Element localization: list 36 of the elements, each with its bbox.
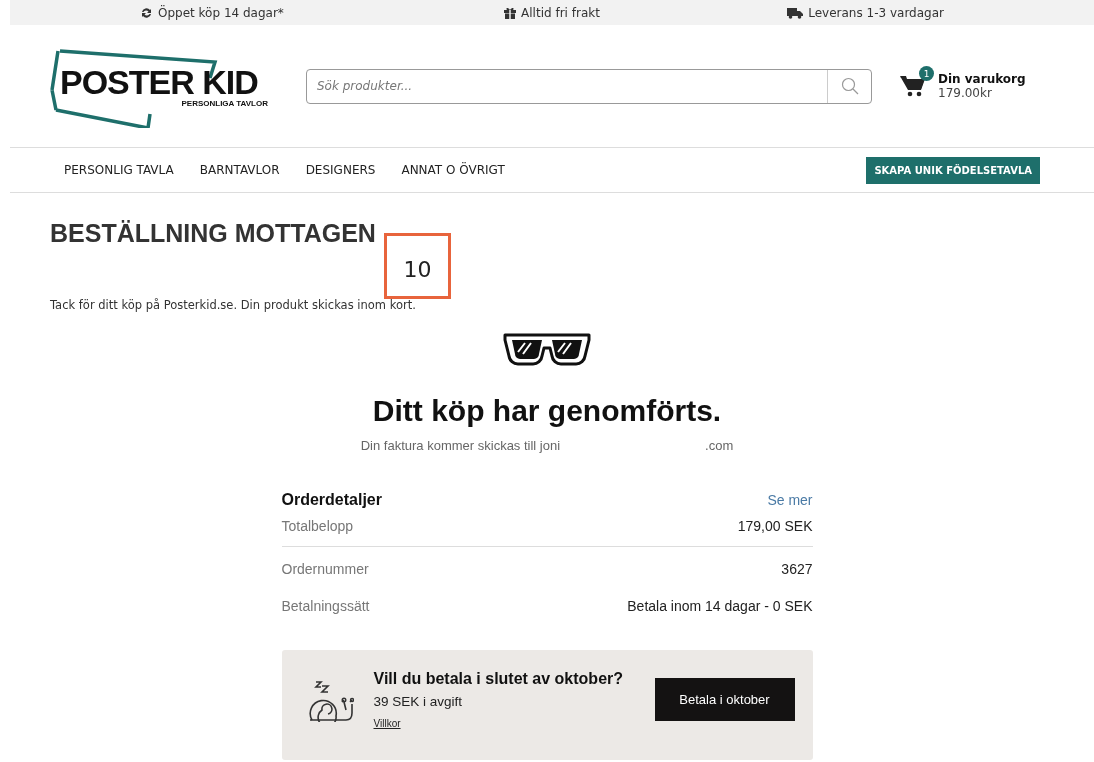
search-icon <box>840 77 859 95</box>
terms-link[interactable]: Villkor <box>373 718 401 729</box>
detail-value: 179,00 SEK <box>737 518 813 534</box>
gift-icon <box>504 6 517 19</box>
cart-count-badge: 1 <box>919 66 934 81</box>
usp-text: Leverans 1-3 vardagar <box>808 5 944 20</box>
detail-value: 3627 <box>781 561 813 577</box>
nav-link[interactable]: PERSONLIG TAVLA <box>64 163 174 177</box>
promo-title: Vill du betala i slutet av oktober? <box>373 670 625 688</box>
cart-icon[interactable] <box>900 74 926 98</box>
confirmation-title: Ditt köp har genomförts. <box>372 394 722 428</box>
sunglasses-icon <box>503 332 591 366</box>
see-more-link[interactable]: Se mer <box>767 492 813 508</box>
create-poster-button[interactable]: SKAPA UNIK FÖDELSETAVLA <box>866 156 1040 184</box>
page-heading: BESTÄLLNING MOTTAGEN <box>50 219 377 248</box>
truck-icon <box>787 6 804 19</box>
nav-link[interactable]: BARNTAVLOR <box>199 163 280 177</box>
cart-total: 179.00kr <box>938 86 993 100</box>
fee-text: 39 SEK i avgift <box>373 694 464 709</box>
usp-text: Öppet köp 14 dagar* <box>158 5 284 20</box>
order-details-title: Orderdetaljer <box>281 491 382 509</box>
nav-link[interactable]: ANNAT O ÖVRIGT <box>401 163 505 177</box>
nav-link[interactable]: DESIGNERS <box>305 163 376 177</box>
invoice-text: Din faktura kommer skickas till joni <box>360 438 561 453</box>
detail-label: Totalbelopp <box>281 518 354 534</box>
detail-value: Betala inom 14 dagar - 0 SEK <box>627 598 813 614</box>
pay-october-button[interactable]: Betala i oktober <box>654 678 795 721</box>
invoice-text: .com <box>705 438 734 453</box>
usp-text: Alltid fri frakt <box>521 5 600 20</box>
detail-label: Ordernummer <box>281 561 369 577</box>
detail-label: Betalningssätt <box>281 598 370 614</box>
snail-icon <box>307 680 354 722</box>
annotation-label: 10 <box>384 233 451 299</box>
cart-label[interactable]: Din varukorg <box>938 72 1026 86</box>
refresh-icon <box>140 6 153 19</box>
thanks-text: Tack för ditt köp på Posterkid.se. Din produkt skickas inom kort. <box>50 298 417 312</box>
